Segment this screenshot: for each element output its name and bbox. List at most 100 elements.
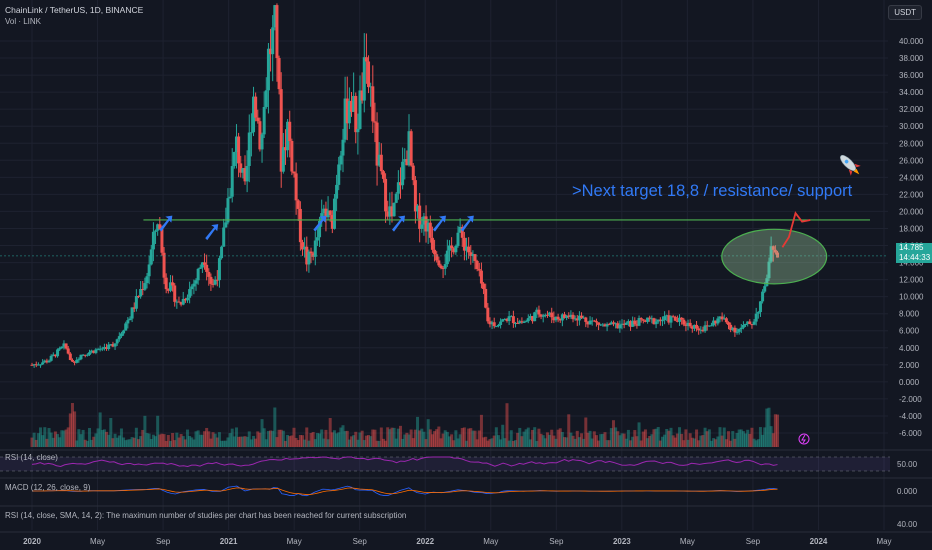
study-limit-message: RSI (14, close, SMA, 14, 2): The maximum… xyxy=(5,511,407,520)
candle-body xyxy=(479,270,483,284)
candle-body xyxy=(748,321,752,325)
candle-body xyxy=(275,5,279,59)
price-tick-label: 38.000 xyxy=(899,54,924,63)
candle-body xyxy=(313,240,317,257)
candle-body xyxy=(758,301,762,313)
candle-body xyxy=(641,319,645,321)
candle-body xyxy=(64,343,68,349)
price-tick-label: 28.000 xyxy=(899,139,924,148)
candle-body xyxy=(450,245,454,249)
time-tick-label: Sep xyxy=(549,537,564,546)
candle-body xyxy=(688,322,692,327)
candle-body xyxy=(296,200,300,209)
candle-body xyxy=(492,322,496,327)
candle-body xyxy=(371,86,375,122)
currency-label: USDT xyxy=(894,8,916,17)
candle-body xyxy=(100,348,104,350)
lightning-circle xyxy=(798,433,810,445)
candle-body xyxy=(151,231,155,250)
candle-body xyxy=(309,251,313,254)
price-tick-label: 36.000 xyxy=(899,71,924,80)
candle-body xyxy=(373,121,377,123)
candle-body xyxy=(639,318,643,320)
candle-body xyxy=(741,325,745,328)
time-tick-label: May xyxy=(287,537,302,546)
time-tick-label: 2021 xyxy=(220,537,238,546)
lightning-icon xyxy=(798,433,810,445)
candle-body xyxy=(56,349,60,357)
candle-body xyxy=(439,265,443,269)
candle-body xyxy=(709,325,713,327)
candle-body xyxy=(735,331,739,333)
candle-body xyxy=(454,245,458,253)
candle-body xyxy=(511,316,515,324)
candle-body xyxy=(58,348,62,350)
candle-body xyxy=(117,336,121,340)
candle-body xyxy=(477,269,481,271)
candle-body xyxy=(364,57,368,62)
price-tick-label: 40.000 xyxy=(899,37,924,46)
candle-body xyxy=(154,230,158,232)
candle-body xyxy=(149,249,153,265)
candle-body xyxy=(245,165,249,182)
candle-body xyxy=(660,320,664,322)
candle-body xyxy=(467,246,471,253)
candle-body xyxy=(420,224,424,229)
price-tick-label: -4.000 xyxy=(899,412,922,421)
candle-body xyxy=(271,27,275,55)
volume-bar xyxy=(776,414,779,447)
price-tick-label: 30.000 xyxy=(899,122,924,131)
price-tick-label: 0.000 xyxy=(899,378,920,387)
candle-body xyxy=(66,348,70,354)
candle-body xyxy=(411,165,415,181)
candle-body xyxy=(443,264,447,269)
candle-body xyxy=(188,289,192,298)
candle-body xyxy=(107,344,111,349)
macd-label: MACD (12, 26, close, 9) xyxy=(5,483,91,492)
candle-body xyxy=(339,155,343,165)
candle-body xyxy=(247,132,251,166)
candle-body xyxy=(367,61,371,88)
candle-body xyxy=(134,296,138,309)
candle-body xyxy=(545,314,549,316)
candle-body xyxy=(435,254,439,261)
candle-body xyxy=(584,317,588,322)
rsi-label: RSI (14, close) xyxy=(5,453,58,462)
candle-body xyxy=(332,198,336,229)
candle-body xyxy=(456,232,460,246)
candle-body xyxy=(249,132,253,134)
candle-body xyxy=(224,222,228,228)
candle-body xyxy=(237,136,241,164)
candle-body xyxy=(428,222,432,238)
candle-body xyxy=(445,250,449,265)
candle-body xyxy=(228,196,232,199)
candle-body xyxy=(744,323,748,326)
time-tick-label: 2024 xyxy=(810,537,828,546)
candle-body xyxy=(401,161,405,186)
bar-countdown: 14:44:33 xyxy=(899,253,931,262)
candle-body xyxy=(254,96,258,118)
arrow-marker xyxy=(205,224,219,241)
arrow-shape xyxy=(432,215,446,232)
last-price: 14.785 xyxy=(899,243,924,252)
candle-body xyxy=(41,362,45,365)
candle-body xyxy=(281,147,285,172)
candle-body xyxy=(496,324,500,327)
candle-body xyxy=(381,171,385,179)
chart-canvas[interactable]: >Next target 18,8 / resistance/ support … xyxy=(0,0,932,550)
candle-body xyxy=(288,121,292,141)
candle-body xyxy=(192,283,196,287)
candle-body xyxy=(264,90,268,107)
candle-body xyxy=(130,307,134,319)
price-tick-label: -6.000 xyxy=(899,429,922,438)
candle-body xyxy=(143,283,147,290)
candle-body xyxy=(473,254,477,261)
time-tick-label: Sep xyxy=(746,537,761,546)
candle-body xyxy=(139,289,143,297)
candle-body xyxy=(335,184,339,199)
candle-body xyxy=(761,291,765,302)
arrow-marker xyxy=(159,215,173,232)
price-tick-label: 18.000 xyxy=(899,224,924,233)
candle-body xyxy=(494,326,498,328)
currency-button[interactable]: USDT xyxy=(888,5,922,20)
